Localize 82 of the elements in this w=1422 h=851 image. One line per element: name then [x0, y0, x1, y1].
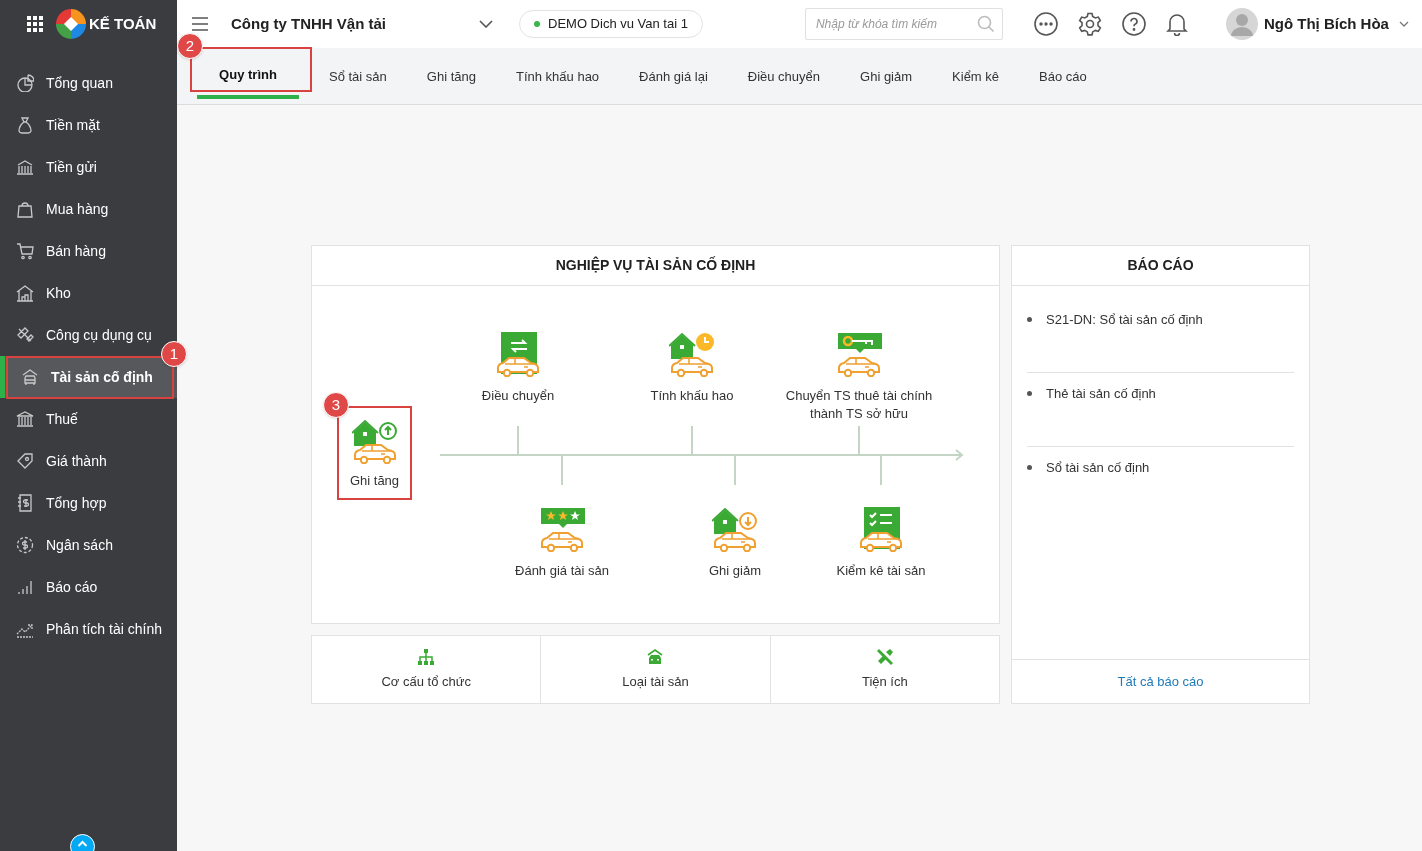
- menu-icon[interactable]: [191, 17, 209, 31]
- chevron-down-icon: [479, 20, 493, 28]
- chevron-down-icon[interactable]: [1398, 21, 1409, 27]
- process-step[interactable]: Điều chuyển: [438, 331, 598, 405]
- status-dot-icon: [534, 21, 540, 27]
- car-icon: [646, 647, 665, 666]
- report-link[interactable]: S21-DN: Sổ tài sản cố định: [1046, 310, 1203, 330]
- shortcut-button[interactable]: Loại tài sản: [540, 636, 770, 703]
- checklist-car-icon: [858, 506, 904, 552]
- process-step[interactable]: Đánh giá tài sản: [482, 506, 642, 580]
- sidebar-item[interactable]: Công cụ dụng cụ: [0, 314, 156, 356]
- tab[interactable]: Quy trình: [197, 55, 299, 99]
- sidebar-item[interactable]: Kho: [0, 272, 75, 314]
- more-icon[interactable]: [1033, 12, 1058, 36]
- notification-bell-icon[interactable]: [1165, 12, 1188, 36]
- shortcut-button[interactable]: Cơ cấu tổ chức: [312, 636, 541, 703]
- tab[interactable]: Điều chuyển: [727, 55, 841, 99]
- tab[interactable]: Ghi tăng: [406, 55, 496, 99]
- tab[interactable]: Đánh giá lại: [619, 55, 728, 99]
- house-clock-car-icon: [669, 331, 715, 377]
- tab[interactable]: Báo cáo: [1019, 55, 1107, 99]
- help-icon[interactable]: [1121, 12, 1146, 36]
- price-tag-icon: [16, 452, 34, 470]
- process-step[interactable]: Tính khấu hao: [612, 331, 772, 405]
- org-chart-icon: [417, 647, 436, 666]
- all-reports-link[interactable]: Tất cả báo cáo: [1117, 671, 1204, 692]
- bar-chart-icon: [16, 578, 34, 596]
- tab[interactable]: Tính khấu hao: [496, 55, 620, 99]
- money-bag-icon: [16, 116, 34, 134]
- bank-icon: [16, 410, 34, 428]
- connector-line: [880, 455, 882, 486]
- connector-line: [858, 425, 860, 455]
- sidebar-item[interactable]: Tiền gửi: [0, 146, 101, 188]
- scroll-up-button[interactable]: [70, 834, 95, 851]
- sidebar-item[interactable]: Giá thành: [0, 440, 111, 482]
- bullet-icon: [1027, 391, 1032, 396]
- company-dropdown[interactable]: Công ty TNHH Vận tải: [231, 12, 499, 36]
- callout-number: 3: [323, 392, 349, 418]
- search-field[interactable]: Nhập từ khóa tìm kiếm: [804, 8, 1003, 40]
- app-grid-icon[interactable]: [26, 15, 44, 33]
- card-title: NGHIỆP VỤ TÀI SẢN CỐ ĐỊNH: [312, 246, 999, 286]
- shopping-bag-icon: [16, 200, 34, 218]
- ledger-icon: [16, 494, 34, 512]
- sidebar-item[interactable]: Tổng quan: [0, 62, 117, 104]
- house-arrow-car-icon: [351, 418, 398, 464]
- sidebar-item[interactable]: Mua hàng: [0, 188, 113, 230]
- logo-icon: [56, 9, 86, 39]
- process-step[interactable]: Chuyển TS thuê tài chính thành TS sở hữu: [779, 331, 939, 423]
- key-car-icon: [836, 331, 882, 377]
- car-icon: [21, 368, 39, 386]
- tab[interactable]: Kiểm kê: [932, 55, 1020, 99]
- report-link[interactable]: Sổ tài sản cố định: [1046, 458, 1150, 478]
- stars-car-icon: [539, 506, 585, 552]
- tab[interactable]: Sổ tài sản: [309, 55, 407, 99]
- shortcut-button[interactable]: Tiện ích: [769, 636, 999, 703]
- settings-icon[interactable]: [1077, 12, 1102, 36]
- bank-icon: [16, 158, 34, 176]
- card-title: BÁO CÁO: [1012, 246, 1309, 286]
- connector-line: [561, 455, 563, 486]
- warehouse-icon: [16, 284, 34, 302]
- transfer-car-icon: [495, 331, 541, 377]
- report-link[interactable]: Thẻ tài sản cố định: [1046, 384, 1156, 404]
- connector-line: [691, 425, 693, 455]
- bullet-icon: [1027, 317, 1032, 322]
- bullet-icon: [1027, 465, 1032, 470]
- sidebar-item[interactable]: Bán hàng: [0, 230, 110, 272]
- sidebar-item[interactable]: Phân tích tài chính: [0, 608, 166, 650]
- sidebar-item[interactable]: Báo cáo: [0, 566, 102, 608]
- sidebar-item[interactable]: Ngân sách: [0, 524, 117, 566]
- sidebar-item[interactable]: Thuế: [0, 398, 82, 440]
- tab[interactable]: Ghi giảm: [840, 55, 933, 99]
- callout-number: 1: [161, 341, 187, 367]
- sidebar-item[interactable]: Tổng hợp: [0, 482, 111, 524]
- budget-icon: [16, 536, 34, 554]
- sidebar-item[interactable]: Tiền mặt: [0, 104, 104, 146]
- cart-icon: [16, 242, 34, 260]
- connector-line: [517, 425, 519, 455]
- chart-icon: [16, 74, 34, 92]
- user-name[interactable]: Ngô Thị Bích Hòa: [1263, 12, 1389, 36]
- house-arrow-car-icon: [712, 506, 758, 552]
- connector-line: [734, 455, 736, 486]
- logo-text: KẾ TOÁN: [89, 13, 157, 34]
